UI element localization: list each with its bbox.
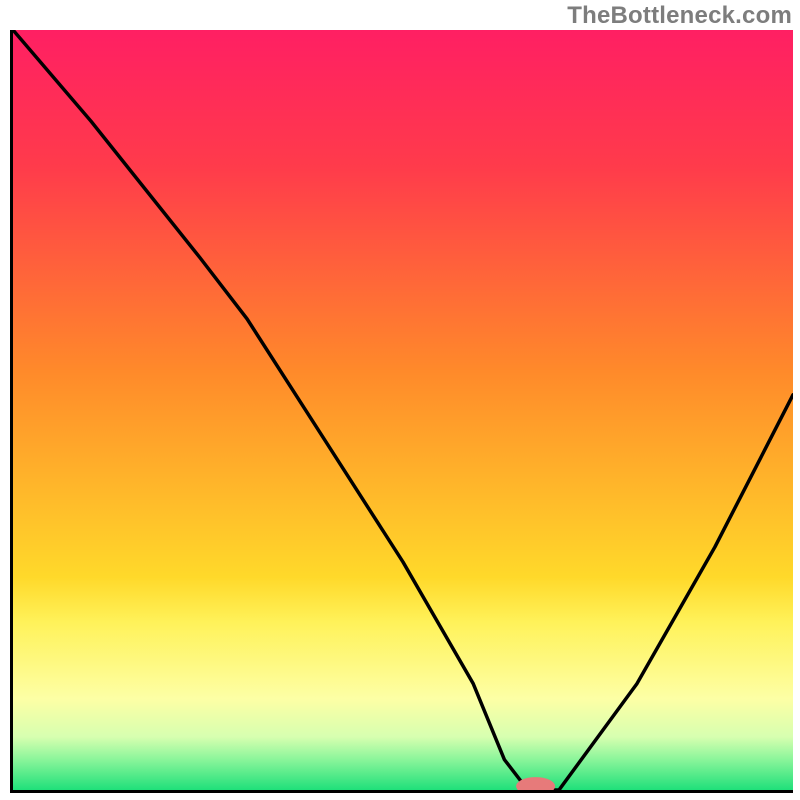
chart-frame: TheBottleneck.com xyxy=(0,0,800,800)
plot-area xyxy=(10,30,793,793)
watermark-text: TheBottleneck.com xyxy=(567,2,792,30)
curve-layer xyxy=(13,30,793,790)
bottleneck-curve xyxy=(13,30,793,790)
optimal-marker xyxy=(516,777,555,790)
